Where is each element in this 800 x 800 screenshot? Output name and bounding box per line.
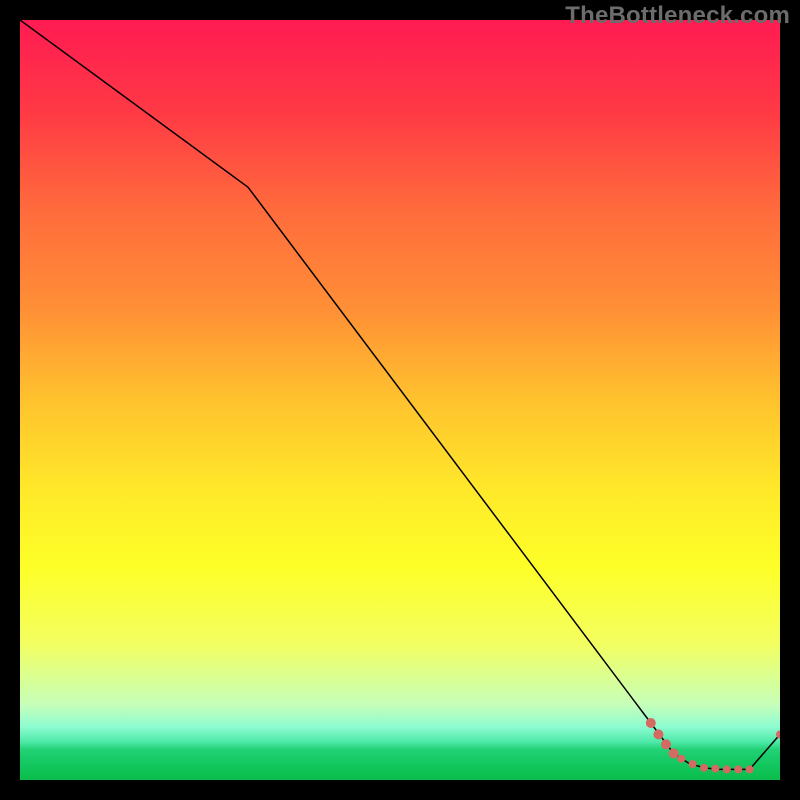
chart-marker <box>700 764 708 772</box>
chart-marker <box>723 765 731 773</box>
chart-marker <box>677 755 685 763</box>
chart-marker <box>669 748 679 758</box>
chart-background <box>20 20 780 780</box>
chart-marker <box>711 765 719 773</box>
chart-svg <box>20 20 780 780</box>
chart-frame: TheBottleneck.com <box>0 0 800 800</box>
chart-marker <box>746 765 754 773</box>
chart-marker <box>734 765 742 773</box>
chart-marker <box>646 718 656 728</box>
watermark-text: TheBottleneck.com <box>565 2 790 30</box>
chart-plot-area <box>20 20 780 780</box>
chart-marker <box>661 739 671 749</box>
chart-marker <box>689 760 697 768</box>
chart-marker <box>653 729 663 739</box>
